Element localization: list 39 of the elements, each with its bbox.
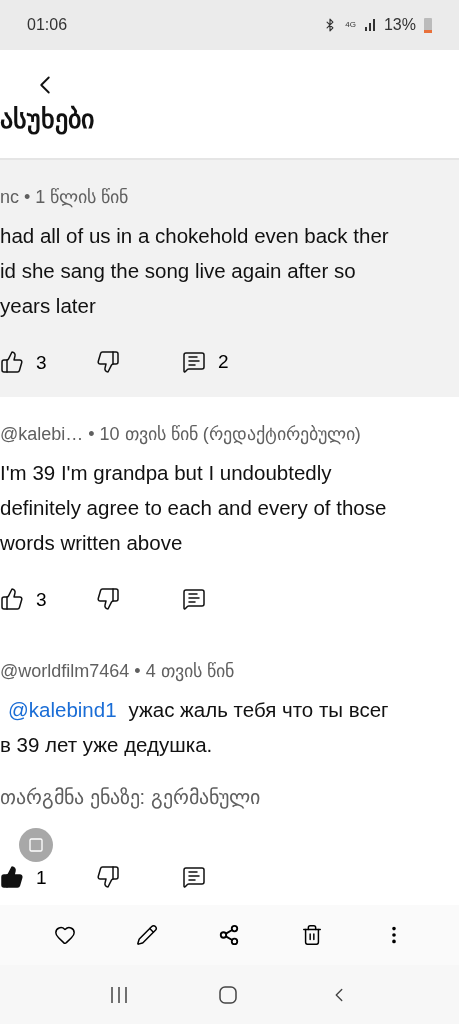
reply-icon[interactable] xyxy=(182,587,206,611)
edit-icon[interactable] xyxy=(136,924,159,946)
like-count: 1 xyxy=(36,867,48,887)
translate-link[interactable]: თარგმნა ენაზე: გერმანული xyxy=(0,782,459,812)
delete-icon[interactable] xyxy=(300,924,323,946)
share-icon[interactable] xyxy=(218,924,241,946)
frame-icon xyxy=(28,837,44,853)
reply-icon[interactable] xyxy=(182,350,206,374)
like-count: 3 xyxy=(36,589,48,609)
dislike-icon[interactable] xyxy=(96,587,120,611)
comment-text: в 39 лет уже дедушка. xyxy=(0,732,213,758)
comment-text: ужас жаль тебя что ты всег xyxy=(128,697,389,723)
comment-text: id she sang the song live again after so xyxy=(0,258,356,284)
like-icon[interactable] xyxy=(0,865,24,889)
battery-icon xyxy=(424,17,432,33)
like-count: 3 xyxy=(36,352,48,372)
like-icon[interactable] xyxy=(0,587,24,611)
comment-text: years later xyxy=(0,293,96,319)
battery-percent: 13% xyxy=(383,15,416,35)
signal-icon xyxy=(363,19,376,31)
mention-link[interactable]: @kalebind1 xyxy=(0,692,117,727)
dislike-icon[interactable] xyxy=(96,865,120,889)
network-label: 4G xyxy=(345,19,356,31)
home-icon[interactable] xyxy=(218,985,237,1004)
comment-meta: nc • 1 წლის წინ xyxy=(0,186,130,210)
comment-meta: @kalebi… • 10 თვის წინ (რედაქტირებული) xyxy=(0,423,362,447)
page-title: ასუხები xyxy=(0,104,95,134)
comment-text: words written above xyxy=(0,530,183,556)
reply-count: 2 xyxy=(218,349,229,374)
heart-icon[interactable] xyxy=(54,924,77,946)
status-time: 01:06 xyxy=(27,15,68,35)
comment-meta: @worldfilm7464 • 4 თვის წინ xyxy=(0,660,235,684)
like-icon[interactable] xyxy=(0,350,24,374)
dislike-icon[interactable] xyxy=(96,350,120,374)
comment-text: had all of us in a chokehold even back ther xyxy=(0,223,389,249)
comment-text: definitely agree to each and every of those xyxy=(0,495,387,521)
recent-apps-icon[interactable] xyxy=(109,985,128,1004)
reply-icon[interactable] xyxy=(182,865,206,889)
comment-text: I'm 39 I'm grandpa but I undoubtedly xyxy=(0,460,332,486)
